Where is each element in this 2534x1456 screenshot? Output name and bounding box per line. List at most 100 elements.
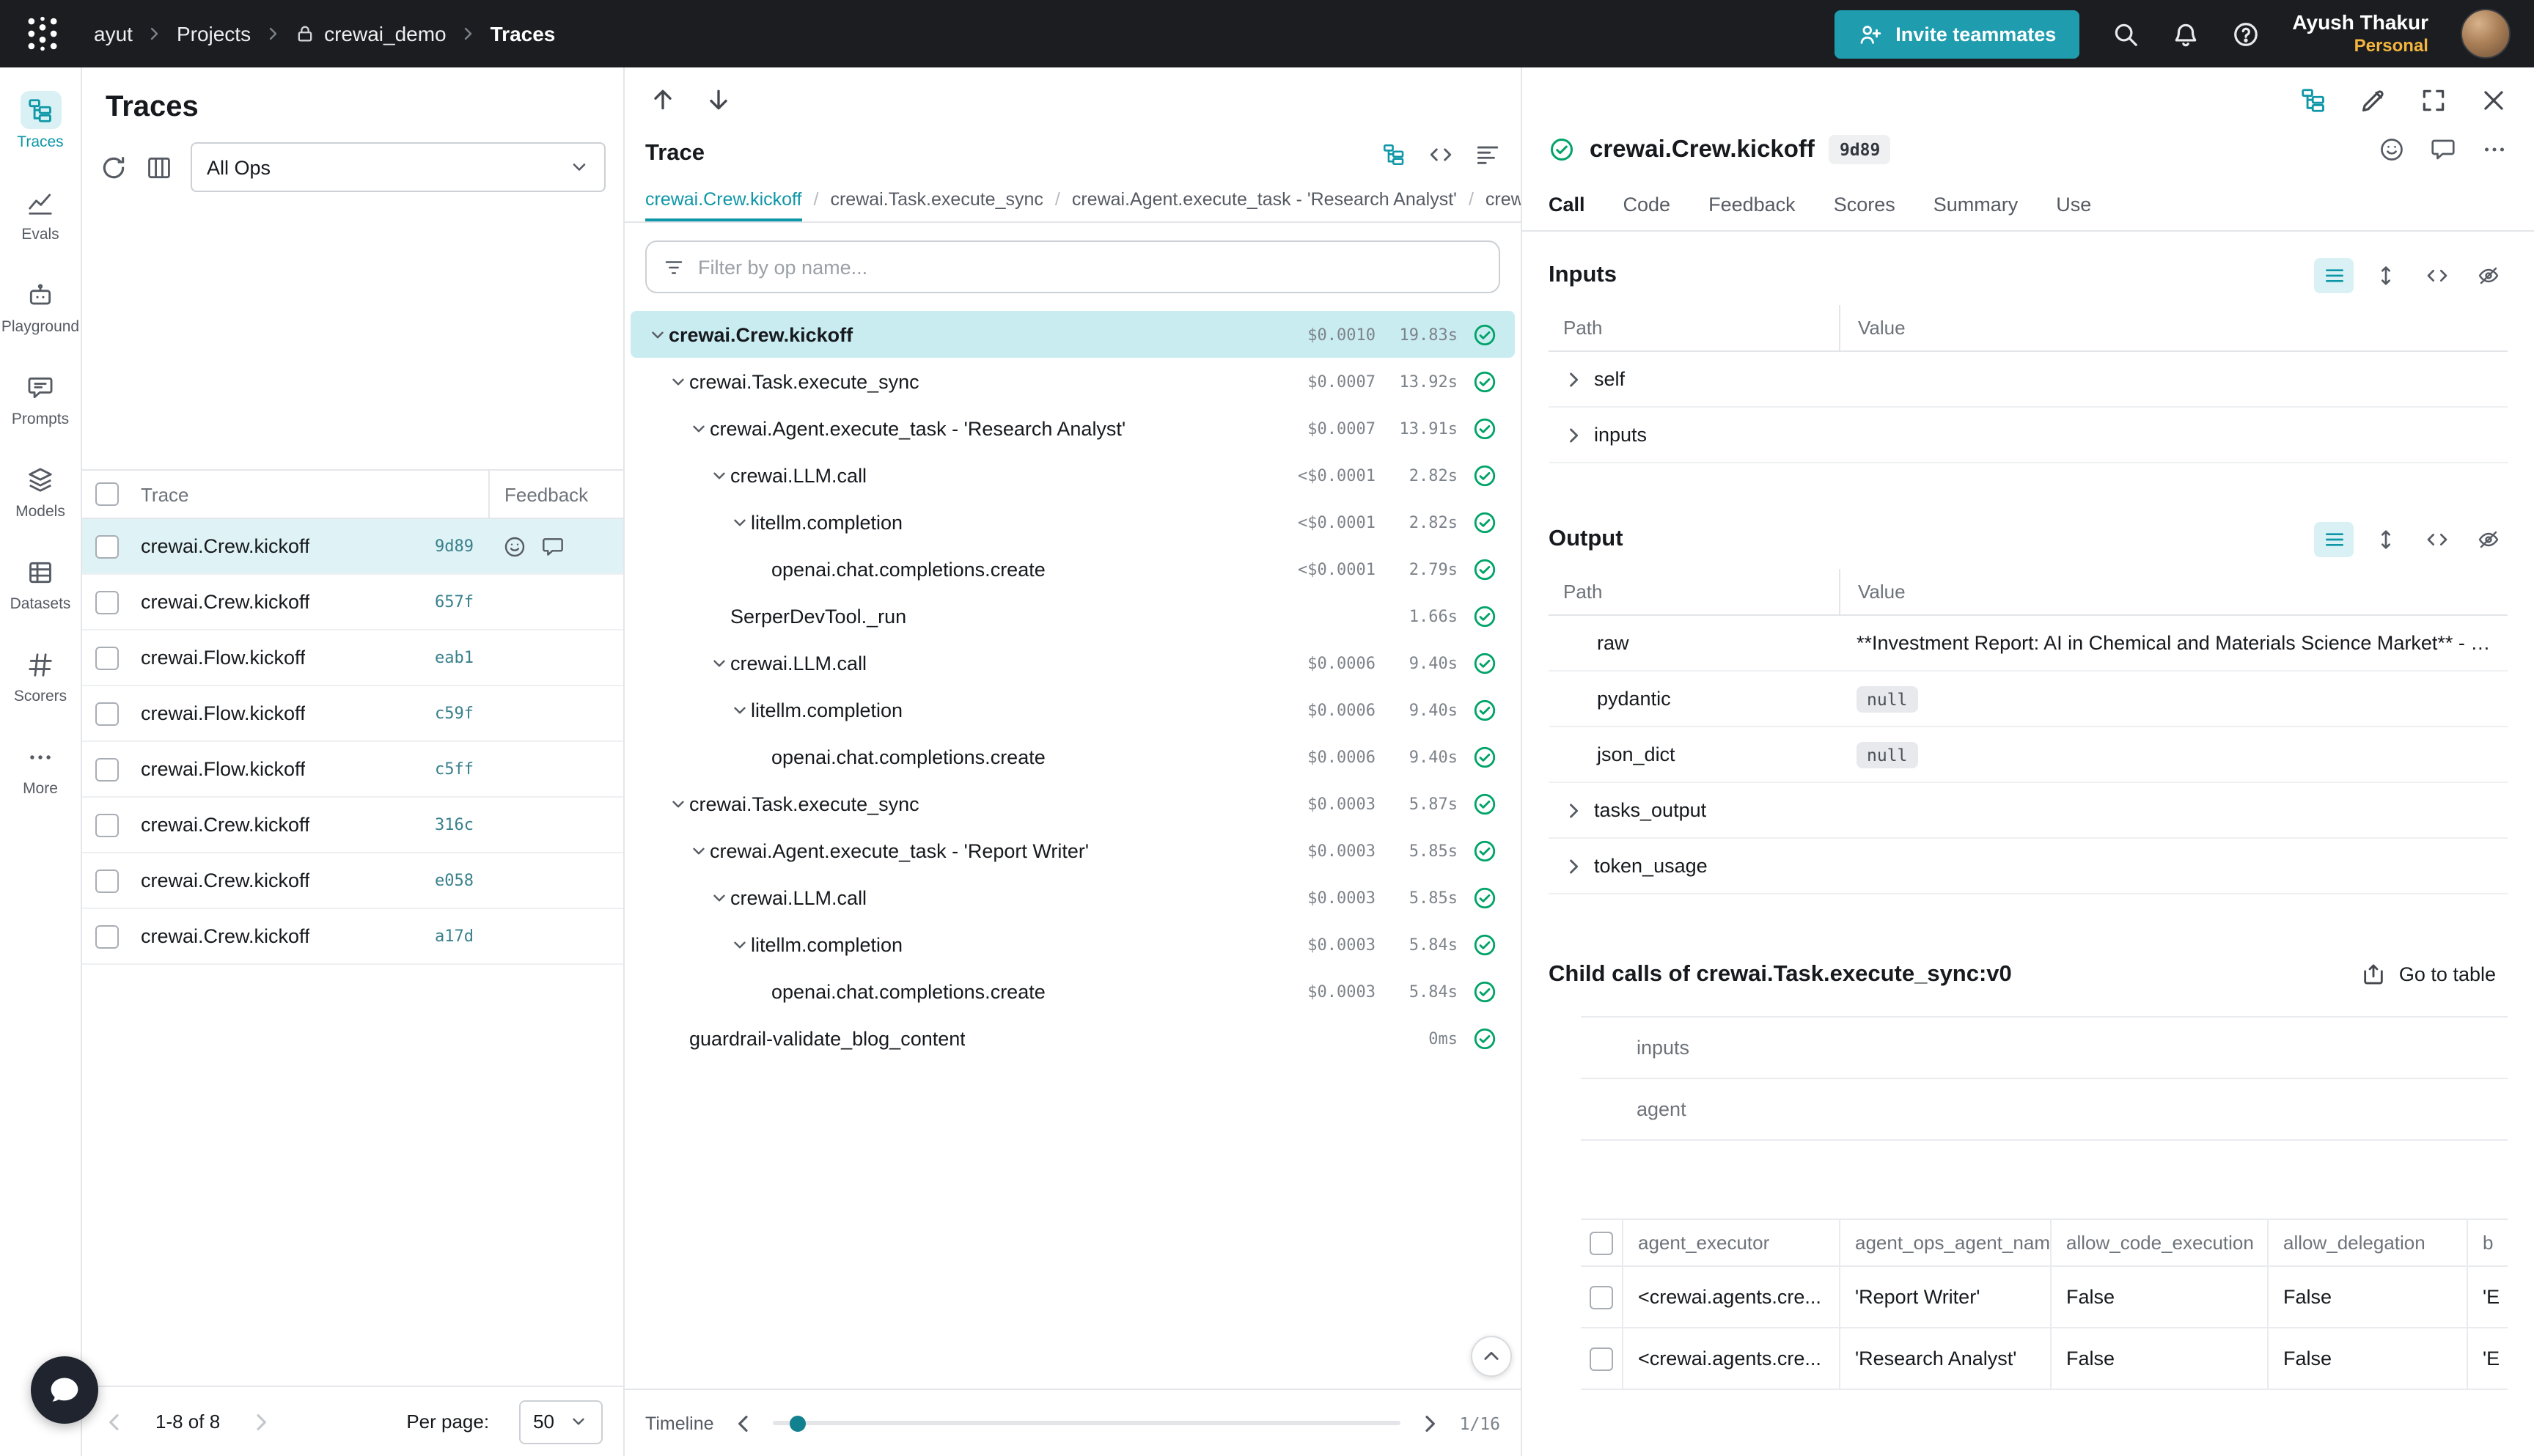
call-tree-row[interactable]: crewai.Agent.execute_task - 'Report Writ… bbox=[631, 827, 1515, 874]
timeline-slider-handle[interactable] bbox=[790, 1415, 806, 1431]
kv-row[interactable]: inputs bbox=[1549, 408, 2508, 463]
caret-down-icon[interactable] bbox=[707, 463, 730, 487]
table-row[interactable]: crewai.Crew.kickoff657f bbox=[82, 575, 623, 630]
row-checkbox[interactable] bbox=[95, 534, 119, 558]
op-filter-input[interactable]: Filter by op name... bbox=[645, 240, 1500, 293]
search-icon[interactable] bbox=[2112, 20, 2140, 48]
caret-down-icon[interactable] bbox=[686, 839, 710, 862]
sidebar-item-traces[interactable]: Traces bbox=[2, 79, 78, 163]
sidebar-item-evals[interactable]: Evals bbox=[2, 172, 78, 255]
columns-icon[interactable] bbox=[145, 153, 173, 181]
edit-pencil-icon[interactable] bbox=[2359, 86, 2387, 114]
toggle-tree-icon[interactable] bbox=[2299, 86, 2327, 114]
next-page-button[interactable] bbox=[249, 1410, 273, 1433]
breadcrumb-projects[interactable]: Projects bbox=[177, 22, 251, 45]
call-tree-row[interactable]: openai.chat.completions.create$0.00069.4… bbox=[631, 733, 1515, 780]
refresh-icon[interactable] bbox=[100, 153, 128, 181]
call-tree-row[interactable]: crewai.LLM.call<$0.00012.82s bbox=[631, 452, 1515, 499]
call-tree-row[interactable]: openai.chat.completions.create<$0.00012.… bbox=[631, 545, 1515, 592]
prev-page-button[interactable] bbox=[103, 1410, 126, 1433]
wandb-logo-icon[interactable] bbox=[23, 15, 62, 53]
child-call-row[interactable]: <crewai.agents.cre...'Report Writer'Fals… bbox=[1581, 1267, 2508, 1328]
breadcrumb-project[interactable]: crewai_demo bbox=[295, 22, 447, 45]
caret-down-icon[interactable] bbox=[666, 369, 689, 393]
breadcrumb-page[interactable]: Traces bbox=[491, 22, 556, 45]
table-row[interactable]: crewai.Crew.kickoffa17d bbox=[82, 909, 623, 965]
select-all-checkbox[interactable] bbox=[1590, 1231, 1613, 1254]
add-reaction-icon[interactable] bbox=[2379, 136, 2405, 163]
call-tree-row[interactable]: crewai.Task.execute_sync$0.00035.87s bbox=[631, 780, 1515, 827]
tree-view-icon[interactable] bbox=[1381, 141, 1406, 166]
avatar[interactable] bbox=[2461, 9, 2511, 59]
sidebar-item-more[interactable]: More bbox=[2, 726, 78, 809]
eye-off-icon[interactable] bbox=[2468, 258, 2508, 293]
help-icon[interactable] bbox=[2232, 20, 2260, 48]
tab-code[interactable]: Code bbox=[1623, 179, 1671, 230]
expand-fullscreen-icon[interactable] bbox=[2420, 86, 2447, 114]
chevron-right-icon[interactable] bbox=[1563, 424, 1584, 445]
scroll-top-button[interactable] bbox=[1471, 1336, 1512, 1377]
tab-use[interactable]: Use bbox=[2056, 179, 2091, 230]
row-checkbox[interactable] bbox=[95, 590, 119, 614]
row-checkbox[interactable] bbox=[95, 757, 119, 781]
trace-name[interactable]: crewai.Flow.kickoff bbox=[141, 758, 306, 780]
caret-down-icon[interactable] bbox=[727, 510, 751, 534]
chevron-right-icon[interactable] bbox=[1563, 800, 1584, 820]
timeline-slider[interactable] bbox=[773, 1421, 1401, 1425]
caret-down-icon[interactable] bbox=[727, 933, 751, 956]
trace-name[interactable]: crewai.Crew.kickoff bbox=[141, 535, 310, 557]
sidebar-item-scorers[interactable]: Scorers bbox=[2, 633, 78, 717]
table-row[interactable]: crewai.Flow.kickoffeab1 bbox=[82, 630, 623, 686]
notifications-bell-icon[interactable] bbox=[2172, 20, 2200, 48]
list-view-icon[interactable] bbox=[2314, 258, 2354, 293]
sidebar-item-playground[interactable]: Playground bbox=[2, 264, 78, 348]
tab-call[interactable]: Call bbox=[1549, 179, 1585, 230]
more-options-icon[interactable] bbox=[2481, 136, 2508, 163]
kv-row[interactable]: self bbox=[1549, 352, 2508, 408]
row-checkbox[interactable] bbox=[95, 646, 119, 669]
go-to-table-button[interactable]: Go to table bbox=[2349, 953, 2508, 996]
previous-trace-arrow-icon[interactable] bbox=[648, 85, 677, 114]
trace-breadcrumb-item[interactable]: crewai.Agent.execute_task - 'Research An… bbox=[1072, 176, 1457, 221]
trace-name[interactable]: crewai.Crew.kickoff bbox=[141, 925, 310, 947]
call-tree-row[interactable]: crewai.LLM.call$0.00035.85s bbox=[631, 874, 1515, 921]
call-tree-row[interactable]: openai.chat.completions.create$0.00035.8… bbox=[631, 968, 1515, 1015]
table-row[interactable]: crewai.Flow.kickoffc5ff bbox=[82, 742, 623, 798]
trace-breadcrumb-item[interactable]: crewai.Task.execute_sync bbox=[830, 176, 1043, 221]
row-checkbox[interactable] bbox=[1590, 1347, 1613, 1370]
sidebar-item-models[interactable]: Models bbox=[2, 449, 78, 532]
call-tree-row[interactable]: crewai.LLM.call$0.00069.40s bbox=[631, 639, 1515, 686]
call-tree-row[interactable]: crewai.Task.execute_sync$0.000713.92s bbox=[631, 358, 1515, 405]
call-id-badge[interactable]: 9d89 bbox=[1829, 135, 1890, 164]
call-tree-row[interactable]: crewai.Agent.execute_task - 'Research An… bbox=[631, 405, 1515, 452]
timeline-next-icon[interactable] bbox=[1419, 1411, 1442, 1435]
kv-row[interactable]: json_dictnull bbox=[1549, 727, 2508, 783]
chevron-right-icon[interactable] bbox=[1563, 369, 1584, 389]
row-checkbox[interactable] bbox=[95, 702, 119, 725]
caret-down-icon[interactable] bbox=[707, 886, 730, 909]
code-view-icon[interactable] bbox=[1428, 141, 1453, 166]
caret-down-icon[interactable] bbox=[666, 792, 689, 815]
invite-teammates-button[interactable]: Invite teammates bbox=[1834, 10, 2079, 58]
tab-feedback[interactable]: Feedback bbox=[1708, 179, 1796, 230]
user-menu[interactable]: Ayush Thakur Personal bbox=[2292, 9, 2428, 59]
tab-scores[interactable]: Scores bbox=[1834, 179, 1895, 230]
row-checkbox[interactable] bbox=[95, 869, 119, 892]
expand-rows-icon[interactable] bbox=[2365, 258, 2405, 293]
child-call-row[interactable]: <crewai.agents.cre...'Research Analyst'F… bbox=[1581, 1328, 2508, 1390]
table-row[interactable]: crewai.Crew.kickoffe058 bbox=[82, 853, 623, 909]
call-tree-row[interactable]: crewai.Crew.kickoff$0.001019.83s bbox=[631, 311, 1515, 358]
trace-breadcrumb-item[interactable]: crewai.LLM.call bbox=[1485, 176, 1521, 221]
code-icon[interactable] bbox=[2417, 522, 2456, 557]
trace-name[interactable]: crewai.Crew.kickoff bbox=[141, 869, 310, 891]
row-checkbox[interactable] bbox=[1590, 1285, 1613, 1309]
expand-rows-icon[interactable] bbox=[2365, 522, 2405, 557]
tab-summary[interactable]: Summary bbox=[1933, 179, 2019, 230]
caret-down-icon[interactable] bbox=[707, 651, 730, 674]
call-tree-row[interactable]: litellm.completion<$0.00012.82s bbox=[631, 499, 1515, 545]
call-tree-row[interactable]: guardrail-validate_blog_content0ms bbox=[631, 1015, 1515, 1062]
code-icon[interactable] bbox=[2417, 258, 2456, 293]
trace-name[interactable]: crewai.Flow.kickoff bbox=[141, 647, 306, 669]
sidebar-item-datasets[interactable]: Datasets bbox=[2, 541, 78, 625]
table-row[interactable]: crewai.Crew.kickoff9d89 bbox=[82, 519, 623, 575]
